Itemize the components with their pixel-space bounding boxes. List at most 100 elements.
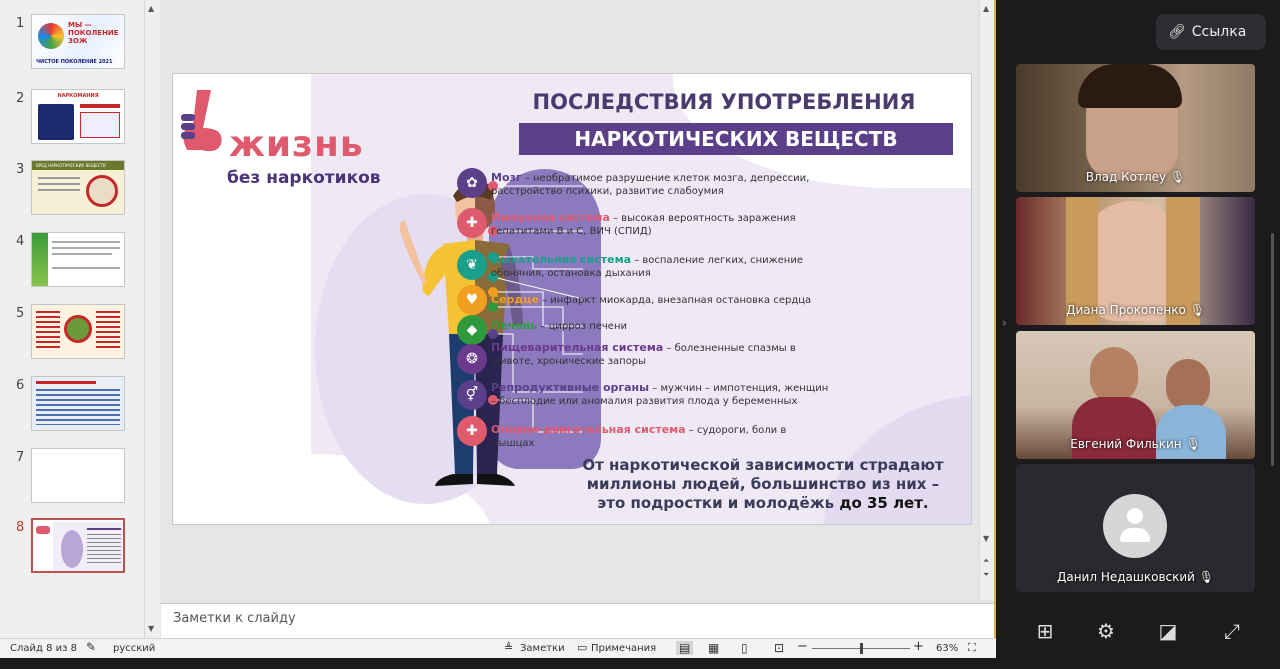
scroll-down-icon[interactable]: ▼ xyxy=(148,624,154,633)
stomach-icon: ❂ xyxy=(457,344,487,374)
consequence-item: Печень – цирроз печени xyxy=(491,319,627,332)
gear-icon[interactable]: ⚙ xyxy=(1094,619,1118,643)
thumbnail-image xyxy=(31,232,125,287)
mic-muted-icon: 🎙︎ xyxy=(1189,303,1205,317)
slide-thumbnail-pane: 1 МЫ — ПОКОЛЕНИЕ ЗОЖ ЧИСТОЕ ПОКОЛЕНИЕ 20… xyxy=(0,0,160,638)
thumbnail-image xyxy=(31,376,125,431)
thumbnail-image xyxy=(31,304,125,359)
thumbnail-slide-5[interactable]: 5 xyxy=(0,304,140,370)
fit-to-window-icon[interactable]: ⛶ xyxy=(968,641,976,655)
participant-name: Диана Прокопенко 🎙︎ xyxy=(1066,303,1205,317)
thumbnail-scrollbar[interactable]: ▲ ▼ xyxy=(144,0,160,638)
thumbnail-title: ВРЕД НАРКОТИЧЕСКИХ ВЕЩЕСТВ xyxy=(32,161,124,170)
consequence-item: Пищеварительная система – болезненные сп… xyxy=(491,341,796,367)
layout-icon[interactable]: ◪ xyxy=(1156,619,1180,643)
heart-icon: ♥ xyxy=(457,285,487,315)
slide-title-banner: НАРКОТИЧЕСКИХ ВЕЩЕСТВ xyxy=(519,123,953,155)
participant-name: Евгений Филькин 🎙︎ xyxy=(1070,437,1201,451)
participant-tile[interactable]: Диана Прокопенко 🎙︎ xyxy=(1016,197,1255,325)
participant-tile[interactable]: Влад Котлеу 🎙︎ xyxy=(1016,64,1255,192)
thumbnail-slide-6[interactable]: 6 xyxy=(0,376,140,442)
consequence-item: Опорно-двигательная система – судороги, … xyxy=(491,423,787,449)
editor-scrollbar[interactable]: ▲ ▼ ⏶ ⏷ xyxy=(979,0,994,600)
grid-view-icon[interactable]: ⊞ xyxy=(1033,619,1057,643)
thumbnail-number: 7 xyxy=(16,450,25,465)
participants-scrollbar[interactable] xyxy=(1271,233,1274,466)
next-slide-icon[interactable]: ⏷ xyxy=(983,570,989,580)
notes-button[interactable]: Заметки xyxy=(520,643,565,654)
slide-sorter-icon[interactable]: ▦ xyxy=(708,641,719,655)
thumbnail-slide-7[interactable]: 7 xyxy=(0,448,140,514)
spellcheck-icon[interactable]: ✎ xyxy=(86,640,96,654)
shield-icon: ✚ xyxy=(457,208,487,238)
thumbnail-number: 1 xyxy=(16,16,25,31)
comments-button[interactable]: Примечания xyxy=(591,643,656,654)
logo-title: жизнь xyxy=(229,124,364,165)
participant-tile[interactable]: Данил Недашковский 🎙︎ xyxy=(1016,464,1255,592)
lungs-icon: ❦ xyxy=(457,250,487,280)
normal-view-icon[interactable]: ▤ xyxy=(676,641,694,655)
thumbnail-image: МЫ — ПОКОЛЕНИЕ ЗОЖ ЧИСТОЕ ПОКОЛЕНИЕ 2021 xyxy=(31,14,125,69)
slide-editor: жизнь без наркотиков ПОСЛЕДСТВИЯ УПОТРЕБ… xyxy=(161,0,994,600)
zoom-in-icon[interactable]: + xyxy=(913,639,924,654)
scroll-up-icon[interactable]: ▲ xyxy=(983,4,989,13)
notes-pane[interactable]: Заметки к слайду xyxy=(161,603,994,638)
thumbnail-number: 2 xyxy=(16,91,25,106)
thumbnail-title: МЫ — ПОКОЛЕНИЕ ЗОЖ xyxy=(68,21,119,45)
zoom-level[interactable]: 63% xyxy=(936,643,958,654)
participant-tile[interactable]: Евгений Филькин 🎙︎ xyxy=(1016,331,1255,459)
chevron-right-icon[interactable]: › xyxy=(1002,316,1007,330)
thumbnail-number: 5 xyxy=(16,306,25,321)
thumbnail-number: 3 xyxy=(16,162,25,177)
bone-icon: ✚ xyxy=(457,416,487,446)
copy-link-button[interactable]: 🔗︎ Ссылка xyxy=(1156,14,1266,50)
reading-view-icon[interactable]: ▯ xyxy=(741,641,748,655)
notes-placeholder: Заметки к слайду xyxy=(173,611,296,626)
logo: жизнь без наркотиков xyxy=(181,84,401,194)
consequence-item: Репродуктивные органы – мужчин – импотен… xyxy=(491,381,829,407)
thumbnail-slide-3[interactable]: 3 ВРЕД НАРКОТИЧЕСКИХ ВЕЩЕСТВ xyxy=(0,160,140,226)
fullscreen-icon[interactable]: ⤢ xyxy=(1220,619,1244,643)
slideshow-icon[interactable]: ⊡ xyxy=(774,641,784,655)
thumbnail-slide-4[interactable]: 4 xyxy=(0,232,140,298)
thumbnail-number: 6 xyxy=(16,378,25,393)
consequence-item: Дыхательная система – воспаление легких,… xyxy=(491,253,803,279)
consequence-item: Иммунная система – высокая вероятность з… xyxy=(491,211,796,237)
slide-counter: Слайд 8 из 8 xyxy=(10,643,77,654)
status-bar: Слайд 8 из 8 ✎ русский ≜ Заметки ▭ Приме… xyxy=(0,638,996,658)
link-icon: 🔗︎ xyxy=(1168,24,1186,40)
zoom-out-icon[interactable]: − xyxy=(797,639,808,654)
gender-icon: ⚥ xyxy=(457,380,487,410)
consequence-item: Мозг – необратимое разрушение клеток моз… xyxy=(491,171,810,197)
consequence-item: Сердце – инфаркт миокарда, внезапная ост… xyxy=(491,293,812,306)
presentation-window: 1 МЫ — ПОКОЛЕНИЕ ЗОЖ ЧИСТОЕ ПОКОЛЕНИЕ 20… xyxy=(0,0,996,658)
slide-footer-text: От наркотической зависимости страдают ми… xyxy=(582,456,944,512)
thumbnail-image xyxy=(31,448,125,503)
thumbnail-slide-8[interactable]: 8 xyxy=(0,518,140,584)
zoom-slider[interactable] xyxy=(812,643,910,654)
thumbnail-number: 4 xyxy=(16,234,25,249)
thumbnail-title: НАРКОМАНИЯ xyxy=(57,93,99,99)
slide-title: ПОСЛЕДСТВИЯ УПОТРЕБЛЕНИЯ xyxy=(532,90,916,114)
avatar xyxy=(1103,494,1167,558)
language-indicator[interactable]: русский xyxy=(113,643,155,654)
thumbnail-slide-2[interactable]: 2 НАРКОМАНИЯ xyxy=(0,89,140,155)
scroll-down-icon[interactable]: ▼ xyxy=(983,534,989,543)
zoom-slider-thumb[interactable] xyxy=(859,643,863,654)
comments-icon: ▭ xyxy=(577,641,588,654)
participant-name: Влад Котлеу 🎙︎ xyxy=(1085,170,1186,184)
mic-muted-icon: 🎙︎ xyxy=(1169,170,1186,184)
participant-name: Данил Недашковский 🎙︎ xyxy=(1056,570,1215,584)
prev-slide-icon[interactable]: ⏶ xyxy=(983,556,989,566)
thumbnail-slide-1[interactable]: 1 МЫ — ПОКОЛЕНИЕ ЗОЖ ЧИСТОЕ ПОКОЛЕНИЕ 20… xyxy=(0,14,140,80)
mic-muted-icon: 🎙︎ xyxy=(1185,437,1201,451)
notes-icon: ≜ xyxy=(504,641,514,654)
copy-link-label: Ссылка xyxy=(1191,24,1247,40)
brain-icon: ✿ xyxy=(457,168,487,198)
current-slide[interactable]: жизнь без наркотиков ПОСЛЕДСТВИЯ УПОТРЕБ… xyxy=(173,74,971,524)
scroll-up-icon[interactable]: ▲ xyxy=(148,4,154,13)
thumbnail-image: ВРЕД НАРКОТИЧЕСКИХ ВЕЩЕСТВ xyxy=(31,160,125,215)
thumbnail-image xyxy=(31,518,125,573)
liver-icon: ◆ xyxy=(457,315,487,345)
fist-logo-icon xyxy=(181,90,222,152)
